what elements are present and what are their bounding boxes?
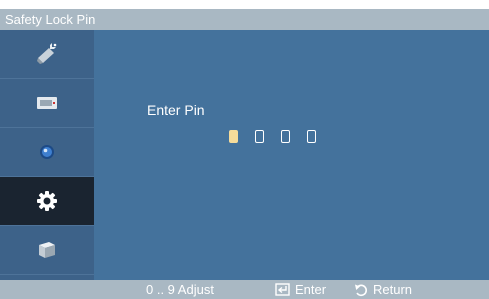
pin-digit-2[interactable]: [255, 130, 264, 143]
sidebar: [0, 30, 94, 280]
osd-window: Safety Lock Pin Enter Pin 0 .. 9 Adjust …: [0, 0, 489, 299]
return-hint: Return: [354, 280, 412, 299]
multi-control-icon: [39, 242, 55, 258]
enter-hint: Enter: [275, 280, 326, 299]
sound-icon: [40, 145, 54, 159]
pin-entry-panel: Enter Pin: [94, 30, 489, 280]
enter-hint-label: Enter: [295, 282, 327, 297]
return-hint-label: Return: [373, 282, 413, 297]
picture-icon: [37, 43, 57, 64]
sidebar-item-picture[interactable]: [0, 30, 94, 79]
adjust-hint-label: 0 .. 9 Adjust: [146, 282, 214, 297]
enter-pin-label: Enter Pin: [147, 102, 205, 118]
adjust-hint: 0 .. 9 Adjust: [146, 280, 214, 299]
footer-hint-bar: 0 .. 9 Adjust Enter Return: [0, 280, 489, 299]
input-source-icon: [37, 97, 57, 109]
menu-title: Safety Lock Pin: [0, 9, 489, 30]
sidebar-item-multi-control[interactable]: [0, 226, 94, 275]
sidebar-item-setup[interactable]: [0, 177, 94, 226]
pin-digits[interactable]: [229, 130, 316, 143]
sidebar-item-sound[interactable]: [0, 128, 94, 177]
pin-digit-3[interactable]: [281, 130, 290, 143]
enter-icon: [275, 283, 290, 296]
return-icon: [355, 284, 368, 296]
pin-digit-1[interactable]: [229, 130, 238, 143]
pin-digit-4[interactable]: [307, 130, 316, 143]
sidebar-item-input[interactable]: [0, 79, 94, 128]
setup-gear-icon: [37, 191, 57, 211]
